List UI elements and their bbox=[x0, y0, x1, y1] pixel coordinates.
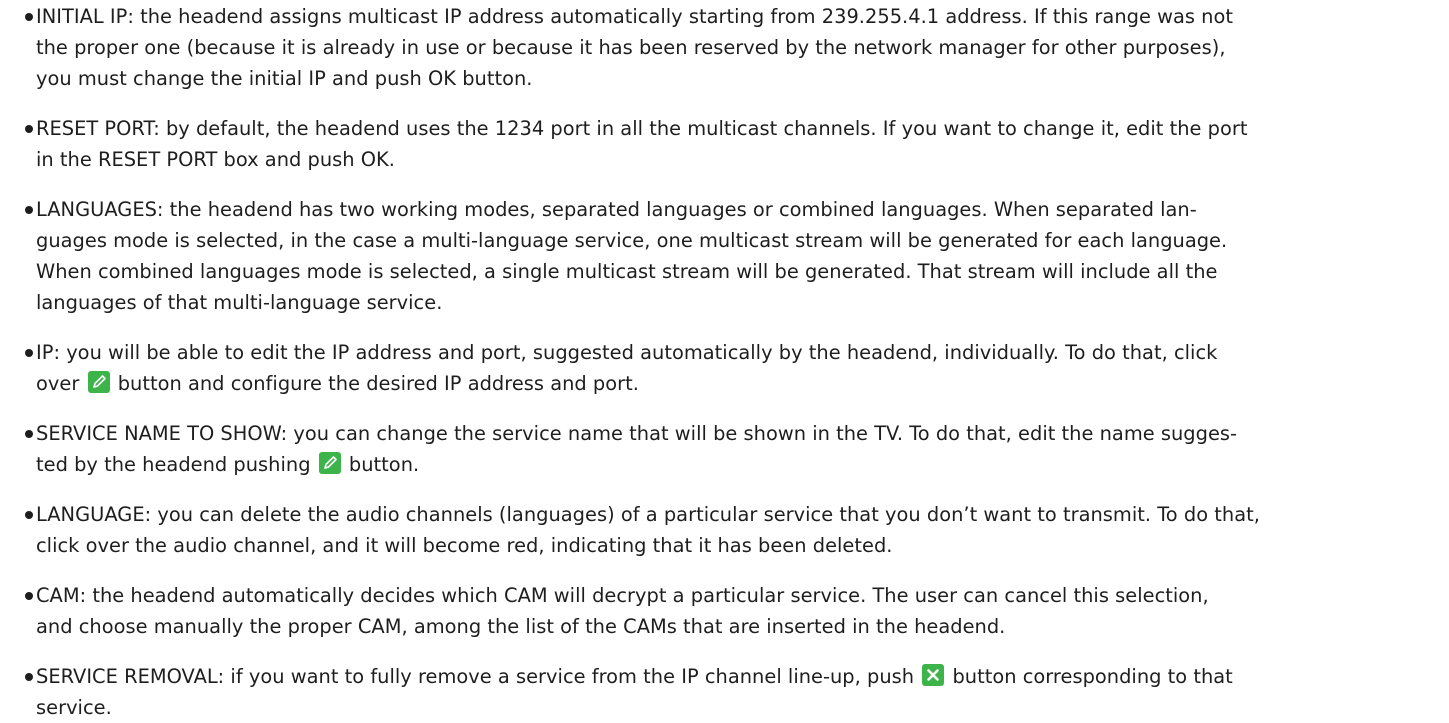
edit-icon[interactable] bbox=[87, 371, 110, 393]
text-span: LANGUAGES: the headend has two working m… bbox=[36, 198, 1197, 221]
text-span: over bbox=[36, 372, 80, 395]
text-line: in the RESET PORT box and push OK. bbox=[36, 148, 395, 171]
text-span: CAM: the headend automatically decides w… bbox=[36, 584, 1209, 607]
text-span: button corresponding to that bbox=[952, 665, 1233, 688]
text-line: When combined languages mode is selected… bbox=[36, 260, 1218, 283]
text-span: LANGUAGE: you can delete the audio chann… bbox=[36, 503, 1260, 526]
text-line: service. bbox=[36, 696, 112, 719]
text-span: ted by the headend pushing bbox=[36, 453, 311, 476]
text-line: SERVICE NAME TO SHOW: you can change the… bbox=[27, 418, 1237, 449]
text-span: button. bbox=[348, 453, 420, 476]
text-span: SERVICE REMOVAL: if you want to fully re… bbox=[36, 665, 915, 688]
text-line: over button and configure the desired IP… bbox=[36, 368, 639, 399]
text-line: SERVICE REMOVAL: if you want to fully re… bbox=[27, 661, 1233, 692]
edit-icon[interactable] bbox=[318, 452, 341, 474]
text-line: IP: you will be able to edit the IP addr… bbox=[27, 337, 1217, 368]
text-line: LANGUAGES: the headend has two working m… bbox=[27, 194, 1197, 225]
text-line: click over the audio channel, and it wil… bbox=[36, 534, 893, 557]
text-span: button and configure the desired IP addr… bbox=[117, 372, 639, 395]
manual-page: INITIAL IP: the headend assigns multicas… bbox=[0, 0, 1449, 719]
text-line: guages mode is selected, in the case a m… bbox=[36, 229, 1228, 252]
text-line: CAM: the headend automatically decides w… bbox=[27, 580, 1209, 611]
text-line: languages of that multi-language service… bbox=[36, 291, 443, 314]
text-line: RESET PORT: by default, the headend uses… bbox=[27, 113, 1247, 144]
text-line: you must change the initial IP and push … bbox=[36, 67, 533, 90]
text-line: INITIAL IP: the headend assigns multicas… bbox=[27, 1, 1233, 32]
text-span: RESET PORT: by default, the headend uses… bbox=[36, 117, 1248, 140]
text-span: IP: you will be able to edit the IP addr… bbox=[36, 341, 1218, 364]
text-line: ted by the headend pushing button. bbox=[36, 449, 419, 480]
text-line: LANGUAGE: you can delete the audio chann… bbox=[27, 499, 1260, 530]
text-span: SERVICE NAME TO SHOW: you can change the… bbox=[36, 422, 1238, 445]
text-line: the proper one (because it is already in… bbox=[36, 36, 1226, 59]
remove-icon[interactable] bbox=[922, 664, 945, 686]
text-span: INITIAL IP: the headend assigns multicas… bbox=[36, 5, 1233, 28]
text-line: and choose manually the proper CAM, amon… bbox=[36, 615, 1006, 638]
